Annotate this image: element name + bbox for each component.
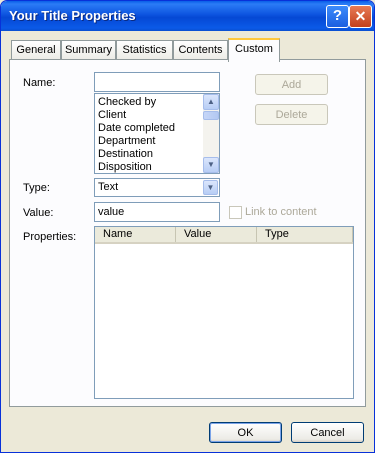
delete-button-label: Delete bbox=[275, 109, 308, 121]
tab-label: General bbox=[16, 44, 56, 56]
name-dropdown-list[interactable]: Checked by Client Date completed Departm… bbox=[94, 93, 220, 174]
name-input[interactable] bbox=[94, 72, 220, 92]
list-item[interactable]: Client bbox=[98, 109, 126, 122]
add-button-label: Add bbox=[281, 79, 302, 91]
delete-button[interactable]: Delete bbox=[255, 104, 328, 125]
close-icon: ✕ bbox=[354, 8, 367, 24]
ok-button[interactable]: OK bbox=[209, 422, 282, 443]
value-input[interactable] bbox=[94, 202, 220, 222]
scroll-up-button[interactable]: ▲ bbox=[203, 94, 219, 110]
link-to-content-label: Link to content bbox=[245, 206, 317, 218]
value-label: Value: bbox=[23, 207, 54, 219]
help-button[interactable]: ? bbox=[326, 5, 349, 28]
tab-contents[interactable]: Contents bbox=[173, 40, 228, 60]
list-item[interactable]: Destination bbox=[98, 148, 153, 161]
list-item[interactable]: Date completed bbox=[98, 122, 175, 135]
type-select[interactable]: Text ▼ bbox=[94, 178, 220, 197]
chevron-down-icon: ▼ bbox=[207, 160, 215, 169]
list-scrollbar[interactable]: ▲ ▼ bbox=[203, 94, 219, 173]
name-label: Name: bbox=[23, 77, 56, 89]
help-icon: ? bbox=[332, 7, 343, 24]
cancel-button[interactable]: Cancel bbox=[291, 422, 364, 443]
type-selected-value: Text bbox=[98, 181, 119, 193]
list-item[interactable]: Department bbox=[98, 135, 155, 148]
link-to-content-checkbox[interactable] bbox=[229, 206, 242, 219]
type-label: Type: bbox=[23, 182, 50, 194]
tab-statistics[interactable]: Statistics bbox=[116, 40, 173, 60]
chevron-down-icon: ▼ bbox=[206, 183, 215, 192]
list-item[interactable]: Checked by bbox=[98, 96, 156, 109]
properties-list[interactable]: Name Value Type bbox=[94, 226, 354, 399]
tab-general[interactable]: General bbox=[11, 40, 61, 60]
tab-label: Statistics bbox=[122, 44, 167, 56]
list-item[interactable]: Disposition bbox=[98, 161, 152, 173]
column-header-value[interactable]: Value bbox=[176, 227, 257, 242]
close-button[interactable]: ✕ bbox=[349, 5, 372, 28]
type-dropdown-button[interactable]: ▼ bbox=[203, 180, 218, 195]
column-header-type[interactable]: Type bbox=[257, 227, 353, 242]
title-bar[interactable]: Your Title Properties ? ✕ bbox=[1, 1, 374, 31]
tab-label: Custom bbox=[235, 43, 273, 55]
add-button[interactable]: Add bbox=[255, 74, 328, 95]
window-title: Your Title Properties bbox=[9, 8, 136, 23]
properties-label: Properties: bbox=[23, 231, 77, 243]
properties-dialog: Your Title Properties ? ✕ General Summar… bbox=[0, 0, 375, 453]
properties-list-header: Name Value Type bbox=[95, 227, 353, 244]
scroll-down-button[interactable]: ▼ bbox=[203, 157, 219, 173]
column-header-name[interactable]: Name bbox=[95, 227, 176, 242]
ok-button-label: OK bbox=[237, 427, 254, 439]
tab-label: Summary bbox=[64, 44, 113, 56]
scroll-thumb[interactable] bbox=[203, 111, 219, 120]
chevron-up-icon: ▲ bbox=[207, 97, 215, 106]
tab-summary[interactable]: Summary bbox=[61, 40, 116, 60]
tab-label: Contents bbox=[178, 44, 223, 56]
cancel-button-label: Cancel bbox=[310, 427, 345, 439]
custom-tab-panel: Name: Checked by Client Date completed D… bbox=[9, 59, 366, 407]
tab-custom[interactable]: Custom bbox=[228, 38, 280, 62]
